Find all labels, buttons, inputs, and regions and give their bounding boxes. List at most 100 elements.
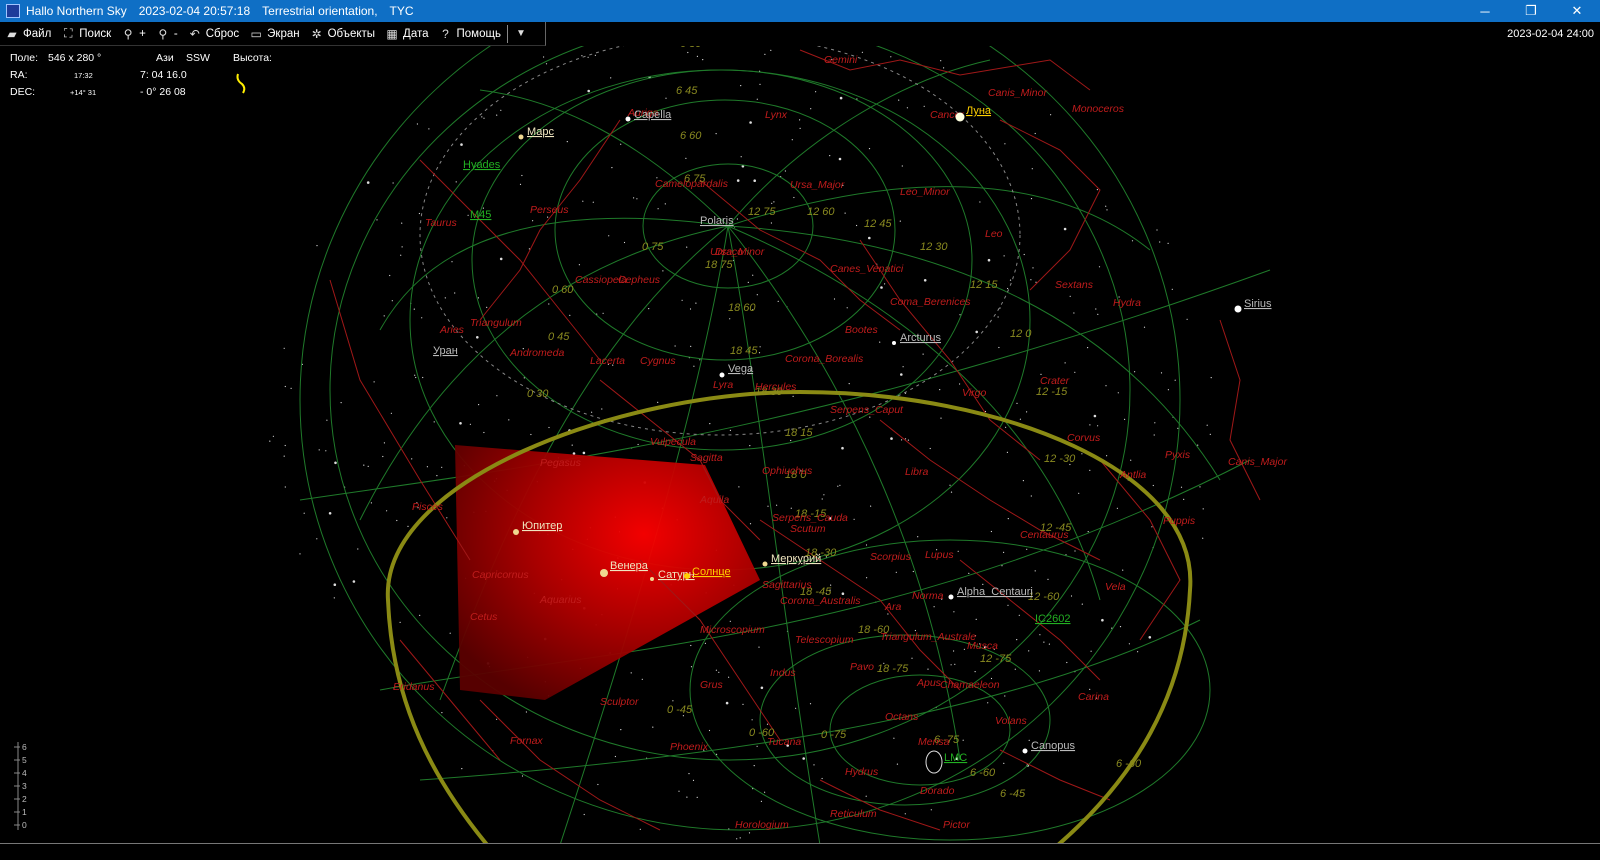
constellation-label[interactable]: Musca xyxy=(967,640,998,652)
constellation-label[interactable]: Mensa xyxy=(918,736,950,748)
constellation-label[interactable]: Volans xyxy=(995,715,1027,727)
hyades-label[interactable]: Hyades xyxy=(463,159,501,171)
constellation-label[interactable]: Telescopium xyxy=(795,634,854,646)
constellation-label[interactable]: Hercules xyxy=(755,381,797,393)
constellation-label[interactable]: Hydra xyxy=(1113,297,1141,309)
venus-marker[interactable] xyxy=(600,569,608,577)
alpha-centauri-marker[interactable] xyxy=(948,594,954,600)
constellation-label[interactable]: Ursa_Major xyxy=(790,179,845,191)
constellation-label[interactable]: Pegasus xyxy=(540,457,582,469)
constellation-label[interactable]: Vulpecula xyxy=(650,436,696,448)
constellation-label[interactable]: Corona_Australis xyxy=(780,595,861,607)
constellation-label[interactable]: Perseus xyxy=(530,204,569,216)
canopus-marker[interactable] xyxy=(1022,748,1028,754)
constellation-label[interactable]: Capricornus xyxy=(472,569,529,581)
constellation-label[interactable]: Aquila xyxy=(699,494,729,506)
venus-label[interactable]: Венера xyxy=(610,560,649,572)
constellation-label[interactable]: Indus xyxy=(770,667,796,679)
constellation-label[interactable]: Chamaeleon xyxy=(940,679,1000,691)
constellation-label[interactable]: Horologium xyxy=(735,819,789,831)
moon-label[interactable]: Луна xyxy=(966,105,992,117)
constellation-label[interactable]: Triangulum xyxy=(470,317,522,329)
polaris-label[interactable]: Polaris xyxy=(700,215,734,227)
constellation-label[interactable]: Reticulum xyxy=(830,808,877,820)
constellation-label[interactable]: Hydrus xyxy=(845,766,879,778)
constellation-label[interactable]: Libra xyxy=(905,466,929,478)
constellation-label[interactable]: Crater xyxy=(1040,375,1070,387)
vega-marker[interactable] xyxy=(719,372,725,378)
moon-marker[interactable] xyxy=(955,112,965,122)
constellation-label[interactable]: Ophiuchus xyxy=(762,465,813,477)
constellation-label[interactable]: Gemini xyxy=(824,54,858,66)
mars-label[interactable]: Марс xyxy=(527,126,555,138)
constellation-label[interactable]: Centaurus xyxy=(1020,529,1069,541)
constellation-label[interactable]: Monoceros xyxy=(1072,103,1125,115)
uranus-label[interactable]: Уран xyxy=(433,345,458,357)
constellation-label[interactable]: Andromeda xyxy=(509,347,564,359)
arcturus-label[interactable]: Arcturus xyxy=(900,332,941,344)
constellation-label[interactable]: Pisces xyxy=(412,501,444,513)
constellation-label[interactable]: Lyra xyxy=(713,379,733,391)
constellation-label[interactable]: Aquarius xyxy=(539,594,582,606)
constellation-label[interactable]: Octans xyxy=(885,711,919,723)
constellation-label[interactable]: Dorado xyxy=(920,785,955,797)
mars-marker[interactable] xyxy=(518,134,524,140)
jupiter-label[interactable]: Юпитер xyxy=(522,520,562,532)
jupiter-marker[interactable] xyxy=(513,529,519,535)
constellation-label[interactable]: Camelopardalis xyxy=(655,178,729,190)
constellation-label[interactable]: Sculptor xyxy=(600,696,639,708)
constellation-label[interactable]: Sextans xyxy=(1055,279,1094,291)
constellation-label[interactable]: Virgo xyxy=(962,387,986,399)
saturn-marker[interactable] xyxy=(650,577,654,581)
sun-marker[interactable] xyxy=(684,573,690,579)
constellation-label[interactable]: Bootes xyxy=(845,324,878,336)
constellation-label[interactable]: Taurus xyxy=(425,217,457,229)
constellation-label[interactable]: Carina xyxy=(1078,691,1109,703)
constellation-label[interactable]: Scorpius xyxy=(870,551,912,563)
constellation-label[interactable]: Sagittarius xyxy=(762,579,812,591)
constellation-label[interactable]: Lacerta xyxy=(590,355,625,367)
constellation-label[interactable]: Pyxis xyxy=(1165,449,1191,461)
constellation-label[interactable]: Grus xyxy=(700,679,724,691)
constellation-label[interactable]: Ursa_Minor xyxy=(710,246,765,258)
canopus-label[interactable]: Canopus xyxy=(1031,740,1076,752)
constellation-label[interactable]: Lupus xyxy=(925,549,954,561)
constellation-label[interactable]: Norma xyxy=(912,590,944,602)
constellation-label[interactable]: Serpens_Caput xyxy=(830,404,904,416)
lmc-label[interactable]: LMC xyxy=(944,752,967,764)
constellation-label[interactable]: Coma_Berenices xyxy=(890,296,971,308)
constellation-label[interactable]: Tucana xyxy=(767,736,801,748)
sirius-label[interactable]: Sirius xyxy=(1244,298,1272,310)
constellation-label[interactable]: Apus xyxy=(916,677,942,689)
arcturus-marker[interactable] xyxy=(892,341,896,345)
constellation-label[interactable]: Phoenix xyxy=(670,741,709,753)
constellation-label[interactable]: Canis_Minor xyxy=(988,87,1047,99)
vega-label[interactable]: Vega xyxy=(728,363,754,375)
constellation-label[interactable]: Scutum xyxy=(790,523,826,535)
constellation-label[interactable]: Lynx xyxy=(765,109,788,121)
constellation-label[interactable]: Cepheus xyxy=(618,274,661,286)
constellation-label[interactable]: Pavo xyxy=(850,661,874,673)
capella-marker[interactable] xyxy=(625,116,631,122)
constellation-label[interactable]: Antlia xyxy=(1119,469,1146,481)
constellation-label[interactable]: Leo xyxy=(985,228,1003,240)
alpha-centauri-label[interactable]: Alpha_Centauri xyxy=(957,586,1033,598)
constellation-label[interactable]: Canes_Venatici xyxy=(830,263,904,275)
m45-label[interactable]: M45 xyxy=(470,209,491,221)
constellation-label[interactable]: Cygnus xyxy=(640,355,676,367)
constellation-label[interactable]: Aries xyxy=(439,324,465,336)
constellation-label[interactable]: Fornax xyxy=(510,735,543,747)
constellation-label[interactable]: Microscopium xyxy=(700,624,765,636)
constellation-label[interactable]: Cetus xyxy=(470,611,498,623)
constellation-label[interactable]: Eridanus xyxy=(393,681,435,693)
constellation-label[interactable]: Pictor xyxy=(943,819,970,831)
constellation-label[interactable]: Vela xyxy=(1105,581,1126,593)
ic2602-label[interactable]: IC2602 xyxy=(1035,613,1070,625)
constellation-label[interactable]: Sagitta xyxy=(690,452,723,464)
sirius-marker[interactable] xyxy=(1234,305,1242,313)
capella-label[interactable]: Capella xyxy=(634,109,672,121)
constellation-label[interactable]: Ara xyxy=(884,601,902,613)
constellation-label[interactable]: Triangulum_Australe xyxy=(880,631,976,643)
sky-map[interactable]: 6 306 456 606 7512 75 12 6012 4512 3012 1… xyxy=(0,0,1600,860)
constellation-label[interactable]: Corona_Borealis xyxy=(785,353,864,365)
